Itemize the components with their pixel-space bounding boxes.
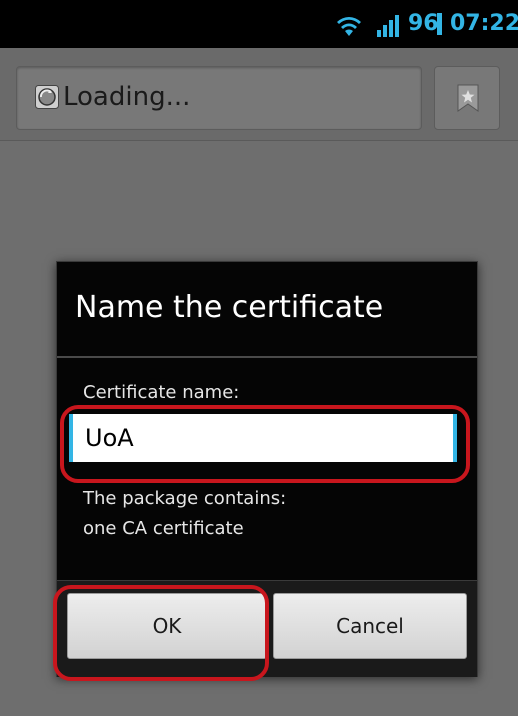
signal-icon [377, 15, 399, 37]
input-highlight-annotation [60, 405, 470, 483]
ok-highlight-annotation [53, 585, 269, 681]
url-text: Loading... [63, 82, 191, 112]
package-info: The package contains: one CA certificate [83, 484, 286, 544]
package-info-line1: The package contains: [83, 488, 287, 509]
bookmark-icon [457, 84, 479, 112]
package-info-line2: one CA certificate [83, 518, 244, 539]
wifi-icon [337, 17, 361, 36]
certificate-name-label: Certificate name: [83, 382, 240, 403]
status-bar: 96 07:22 [0, 0, 518, 48]
battery-level: 96 [408, 11, 439, 36]
cancel-button[interactable]: Cancel [273, 593, 467, 659]
battery-icon [437, 13, 442, 35]
globe-icon [35, 85, 59, 109]
browser-toolbar: Loading... [0, 48, 518, 141]
clock: 07:22 [450, 11, 518, 36]
url-bar[interactable]: Loading... [16, 66, 422, 130]
bookmark-button[interactable] [434, 66, 500, 130]
divider [57, 356, 477, 358]
dialog-title: Name the certificate [75, 290, 384, 325]
